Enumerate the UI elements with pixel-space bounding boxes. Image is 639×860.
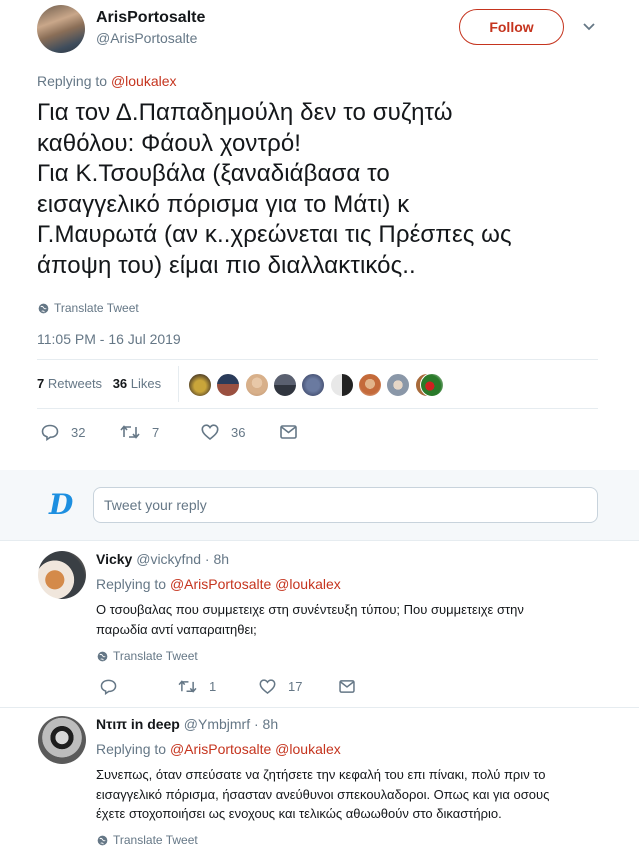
tweet-text-line: Για Κ.Τσουβάλα (ξαναδιάβασα το [37, 160, 390, 187]
replying-to: Replying to @ArisPortosalte @loukalex [96, 576, 341, 592]
reply-input[interactable]: Tweet your reply [93, 487, 598, 523]
stats-separator [178, 366, 179, 402]
reply-header: Ντιπ in deep @Ymbjmrf · 8h [96, 716, 278, 732]
divider [0, 540, 639, 541]
retweet-count: 7 [152, 424, 160, 440]
translate-tweet[interactable]: Translate Tweet [38, 301, 139, 315]
retweet-icon [178, 680, 197, 693]
tweet-text-line: καθόλου: Φάουλ χοντρό! [37, 129, 302, 157]
message-action[interactable] [339, 680, 355, 693]
divider [37, 359, 598, 360]
reply-header: Vicky @vickyfnd · 8h [96, 551, 229, 567]
likes-stat[interactable]: 36 Likes [113, 376, 161, 391]
reply-icon [100, 679, 117, 695]
retweets-stat[interactable]: 7 Retweets [37, 376, 102, 391]
liker-avatar[interactable] [330, 373, 354, 397]
tweet-text-line: εισαγγελικό πόρισμα για το Μάτι) κ [37, 190, 410, 218]
reply-author-handle[interactable]: @Ymbjmrf [184, 716, 250, 732]
liker-avatar[interactable] [420, 373, 444, 397]
globe-icon [97, 835, 108, 845]
replying-label: Replying to [96, 741, 167, 757]
liker-avatar[interactable] [273, 373, 297, 397]
reply-action[interactable] [100, 679, 129, 695]
like-action[interactable]: 17 [259, 679, 302, 694]
user-logo-icon: D [49, 488, 74, 521]
reply-time[interactable]: · 8h [205, 551, 229, 567]
tweet-text-line: άποψη του) είμαι πιο διαλλακτικός.. [37, 251, 416, 279]
retweet-action[interactable]: 1 [178, 679, 216, 694]
follow-button[interactable]: Follow [459, 9, 564, 45]
liker-avatar[interactable] [358, 373, 382, 397]
reply-time[interactable]: · 8h [254, 716, 278, 732]
divider [37, 408, 598, 409]
reply-author-handle[interactable]: @vickyfnd [136, 551, 201, 567]
reply-icon [41, 424, 59, 441]
reply-author-name[interactable]: Vicky [96, 551, 132, 567]
author-name[interactable]: ArisPortosalte [96, 9, 205, 27]
liker-avatar[interactable] [386, 373, 410, 397]
author-handle[interactable]: @ArisPortosalte [96, 30, 205, 46]
reply-avatar[interactable] [38, 716, 86, 764]
mail-icon [280, 425, 297, 439]
reply-count: 32 [71, 425, 86, 440]
message-action[interactable] [280, 425, 297, 439]
reply-action[interactable]: 32 [41, 424, 85, 441]
replying-label: Replying to [37, 73, 108, 89]
retweet-action[interactable]: 7 [120, 424, 159, 440]
translate-tweet[interactable]: Translate Tweet [97, 833, 198, 847]
heart-icon [201, 424, 219, 440]
replying-to: Replying to @loukalex [37, 73, 177, 89]
like-count: 17 [288, 679, 303, 694]
reply-text-line: Συνεπως, όταν σπεύσατε να ζητήσετε την κ… [96, 767, 546, 782]
replying-to: Replying to @ArisPortosalte @loukalex [96, 741, 341, 757]
reply-composer: D Tweet your reply [0, 470, 639, 540]
retweet-icon [120, 425, 140, 439]
liker-avatar[interactable] [216, 373, 240, 397]
replying-to-link[interactable]: @loukalex [111, 73, 177, 89]
replying-label: Replying to [96, 576, 167, 592]
translate-label[interactable]: Translate Tweet [54, 301, 139, 315]
globe-icon [38, 303, 49, 313]
translate-label[interactable]: Translate Tweet [113, 649, 198, 663]
tweet-text-line: Για τον Δ.Παπαδημούλη δεν το συζητώ [37, 99, 453, 126]
liker-avatar[interactable] [301, 373, 325, 397]
liker-avatar[interactable] [245, 373, 269, 397]
reply-text-line: Ο τσουβαλας που συμμετειχε στη συνέντευξ… [96, 602, 524, 617]
like-count: 36 [231, 424, 246, 440]
like-action[interactable]: 36 [201, 424, 245, 440]
retweet-count: 1 [209, 679, 217, 694]
liker-avatar[interactable] [188, 373, 212, 397]
reply-text-line: έχετε στοχοποιήσει ως ενοχους και τελικώ… [96, 806, 502, 821]
reply-text: Συνεπως, όταν σπεύσατε να ζητήσετε την κ… [96, 765, 631, 824]
author-avatar[interactable] [37, 5, 85, 53]
replying-to-link[interactable]: @ArisPortosalte @loukalex [170, 576, 341, 592]
translate-tweet[interactable]: Translate Tweet [97, 649, 198, 663]
tweet-text-line: Γ.Μαυρωτά (αν κ..χρεώνεται τις Πρέσπες ω… [37, 221, 512, 248]
reply-text-line: εισαγγελικό πόρισμα, ήσασταν ανεύθυνοι σ… [96, 786, 550, 802]
tweet-timestamp[interactable]: 11:05 PM - 16 Jul 2019 [37, 331, 181, 347]
replying-to-link[interactable]: @ArisPortosalte @loukalex [170, 741, 341, 757]
reply-text-line: παρωδία αντί ναπαραιτηθει; [96, 621, 257, 637]
tweet-stats: 7 Retweets 36 Likes [37, 376, 161, 391]
divider [0, 707, 639, 708]
reply-text: Ο τσουβαλας που συμμετειχε στη συνέντευξ… [96, 600, 626, 639]
tweet-text: Για τον Δ.Παπαδημούλη δεν το συζητώ καθό… [37, 98, 597, 281]
heart-icon [259, 679, 276, 694]
reply-author-name[interactable]: Ντιπ in deep [96, 716, 180, 732]
translate-label[interactable]: Translate Tweet [113, 833, 198, 847]
globe-icon [97, 651, 108, 661]
chevron-down-icon[interactable] [582, 20, 596, 34]
mail-icon [339, 680, 355, 693]
reply-avatar[interactable] [38, 551, 86, 599]
